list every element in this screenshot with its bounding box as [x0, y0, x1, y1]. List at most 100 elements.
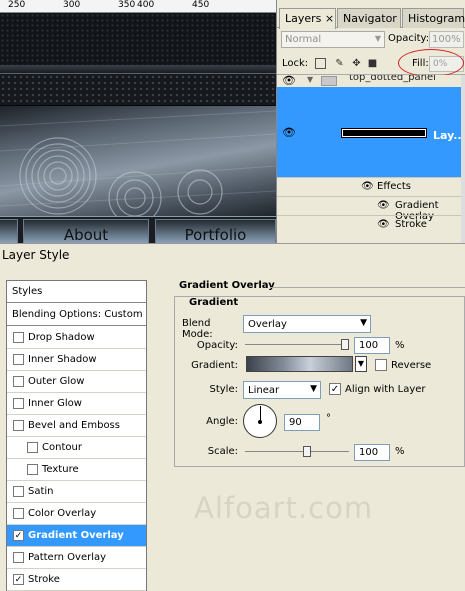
nav-button-portfolio[interactable]: Portfolio [155, 219, 276, 243]
align-with-layer-checkbox[interactable]: ✓ [329, 383, 341, 395]
top-dotted-panel [0, 73, 276, 106]
style-item-drop-shadow[interactable]: Drop Shadow [7, 327, 146, 349]
angle-input[interactable]: 90 [284, 414, 320, 431]
ruler-mark: 450 [192, 0, 210, 10]
eye-icon[interactable]: 👁 [377, 200, 390, 211]
style-item-contour[interactable]: Contour [7, 437, 146, 459]
lock-transparency-icon[interactable] [315, 58, 326, 69]
opacity-slider[interactable] [245, 344, 349, 345]
layer-row-top-dotted-panel[interactable]: 👁 ▼ top_dotted_panel [277, 75, 462, 87]
style-item-bevel-and-emboss[interactable]: Bevel and Emboss [7, 415, 146, 437]
top-area: 250 300 350 400 450 About Portfolio Laye… [0, 0, 465, 243]
watermark-text: Alfoart.com [194, 491, 374, 525]
brushed-metal-area [0, 106, 276, 216]
eye-icon[interactable]: 👁 [377, 219, 390, 230]
effects-row[interactable]: 👁 Effects [277, 177, 462, 196]
style-item-inner-shadow[interactable]: Inner Shadow [7, 349, 146, 371]
layers-scrollbar[interactable] [461, 75, 465, 243]
styles-header-label: Styles [12, 286, 43, 297]
move-icon[interactable]: ✥ [351, 58, 362, 69]
style-select[interactable]: Linear ▼ [243, 381, 321, 399]
ruler-mark: 400 [137, 0, 155, 10]
eye-icon[interactable]: 👁 [282, 75, 296, 87]
layer-blend-mode-value: Normal [285, 34, 322, 45]
panel-tabs: Layers × Navigator Histogram [277, 6, 465, 29]
document-canvas[interactable]: 250 300 350 400 450 About Portfolio [0, 0, 276, 243]
style-checkbox[interactable] [13, 552, 24, 563]
reverse-checkbox[interactable] [375, 359, 387, 371]
style-checkbox[interactable] [13, 376, 24, 387]
gradient-swatch[interactable] [246, 356, 353, 372]
style-checkbox[interactable]: ✓ [13, 574, 24, 585]
chevron-down-icon: ▼ [374, 34, 381, 43]
style-item-texture[interactable]: Texture [7, 459, 146, 481]
style-checkbox[interactable] [27, 442, 38, 453]
section-rule [270, 287, 465, 288]
ruler-mark: 350 [118, 0, 136, 10]
style-checkbox[interactable] [13, 508, 24, 519]
layer-row-selected[interactable]: 👁 Lay... [277, 87, 465, 177]
angle-dial[interactable] [243, 404, 277, 438]
align-with-layer-label: Align with Layer [345, 384, 426, 395]
tab-histogram[interactable]: Histogram [402, 8, 465, 28]
opacity-input[interactable]: 100 [354, 337, 390, 354]
style-item-outer-glow[interactable]: Outer Glow [7, 371, 146, 393]
opacity-label: Opacity: [196, 340, 238, 351]
effect-row-gradient-overlay[interactable]: 👁 Gradient Overlay [277, 196, 462, 222]
chevron-down-icon: ▼ [310, 384, 317, 394]
style-checkbox[interactable] [13, 332, 24, 343]
fill-highlight-circle [398, 49, 464, 77]
chevron-down-icon: ▼ [360, 318, 367, 328]
style-checkbox[interactable] [13, 420, 24, 431]
dialog-title: Layer Style [0, 244, 465, 266]
style-checkbox[interactable] [27, 464, 38, 475]
opacity-slider-thumb[interactable] [341, 339, 349, 350]
metal-strip [0, 65, 276, 73]
style-item-satin[interactable]: Satin [7, 481, 146, 503]
style-checkbox[interactable]: ✓ [13, 530, 24, 541]
brush-icon[interactable]: ✎ [334, 58, 345, 69]
layer-opacity-input[interactable]: 100% [429, 31, 464, 48]
effect-row-stroke[interactable]: 👁 Stroke [277, 215, 462, 234]
group-title: Gradient [188, 297, 240, 308]
effects-label: Effects [377, 181, 411, 192]
scale-input[interactable]: 100 [354, 444, 390, 461]
eye-icon[interactable]: 👁 [282, 127, 296, 139]
layer-thumbnail [341, 128, 427, 138]
scale-slider-thumb[interactable] [302, 446, 311, 457]
eye-icon[interactable]: 👁 [361, 181, 374, 192]
section-title: Gradient Overlay [179, 280, 275, 291]
style-item-color-overlay[interactable]: Color Overlay [7, 503, 146, 525]
nav-button-left[interactable] [0, 219, 18, 243]
blending-options-label: Blending Options: Custom [12, 309, 143, 320]
lock-icon[interactable]: ■ [367, 58, 378, 69]
style-checkbox[interactable] [13, 398, 24, 409]
style-checkbox[interactable] [13, 486, 24, 497]
blending-options-item[interactable]: Blending Options: Custom [7, 304, 146, 326]
tab-navigator[interactable]: Navigator [337, 8, 401, 28]
tab-layers[interactable]: Layers × [279, 8, 336, 29]
blend-mode-select[interactable]: Overlay ▼ [243, 315, 371, 333]
gradient-overlay-panel: Gradient Overlay Gradient [174, 280, 465, 467]
dark-dotted-band [0, 13, 276, 65]
styles-header[interactable]: Styles [7, 281, 146, 303]
style-checkbox[interactable] [13, 354, 24, 365]
percent-sign: % [395, 446, 405, 457]
gradient-label: Gradient: [191, 360, 238, 371]
blend-mode-value: Overlay [248, 319, 287, 330]
layer-name: top_dotted_panel [349, 75, 436, 83]
scale-slider[interactable] [245, 451, 349, 452]
layer-blend-mode-select[interactable]: Normal ▼ [281, 31, 385, 48]
style-item-label: Inner Shadow [28, 354, 97, 365]
style-item-pattern-overlay[interactable]: Pattern Overlay [7, 547, 146, 569]
style-value: Linear [248, 385, 280, 396]
layer-opacity-label: Opacity: [388, 33, 430, 44]
expand-triangle-icon[interactable]: ▼ [307, 75, 313, 84]
style-item-stroke[interactable]: ✓ Stroke [7, 569, 146, 591]
style-item-inner-glow[interactable]: Inner Glow [7, 393, 146, 415]
chevron-down-icon[interactable]: ▼ [355, 356, 367, 372]
horizontal-ruler: 250 300 350 400 450 [0, 0, 276, 13]
nav-button-about[interactable]: About [23, 219, 149, 243]
style-item-gradient-overlay[interactable]: ✓ Gradient Overlay [7, 525, 146, 547]
style-item-label: Texture [42, 464, 79, 475]
